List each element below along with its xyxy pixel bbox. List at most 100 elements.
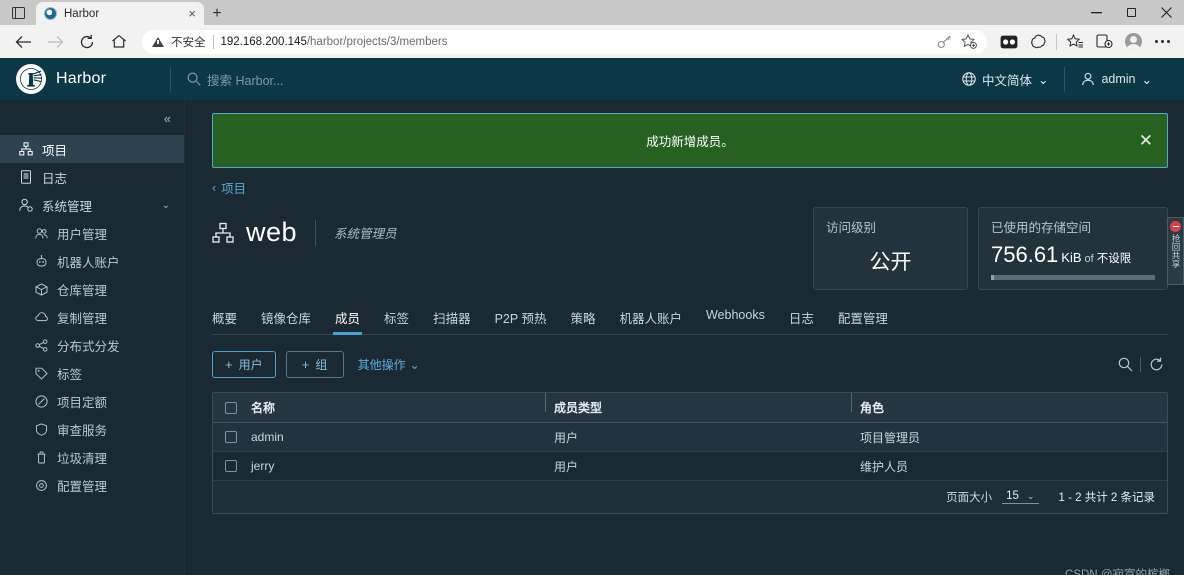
checkbox-icon [225,431,237,443]
page-size-select[interactable]: 15 ⌄ [1002,490,1039,504]
collections-icon[interactable] [1091,28,1118,56]
table-row[interactable]: admin 用户 项目管理员 [213,423,1167,452]
project-identity: web 系统管理员 [212,207,397,248]
browser-tab[interactable]: Harbor × [36,2,204,25]
pagination-range-info: 1 - 2 共计 2 条记录 [1058,492,1156,504]
browser-essentials-icon[interactable] [1024,28,1051,56]
tab-summary[interactable]: 概要 [212,304,249,334]
configuration-icon [34,478,49,493]
home-button[interactable] [104,28,134,56]
tab-members[interactable]: 成员 [323,304,372,335]
column-header-role[interactable]: 角色 [851,393,1167,416]
key-icon[interactable] [937,34,952,49]
tab-robot-accounts[interactable]: 机器人账户 [607,304,694,334]
page-title: web [246,217,298,247]
sidebar-item-labels[interactable]: 标签 [0,359,184,387]
tab-scanner[interactable]: 扫描器 [421,304,483,334]
url-path: /harbor/projects/3/members [306,35,448,48]
chevron-down-icon: ⌄ [409,357,420,372]
tab-p2p-preheat[interactable]: P2P 预热 [483,304,559,334]
user-menu[interactable]: admin ⌄ [1065,72,1168,87]
chevron-down-icon: ⌄ [1037,72,1049,87]
breadcrumb[interactable]: ‹ 项目 [212,178,1168,197]
harbor-brand[interactable]: Harbor [0,64,170,94]
tab-logs[interactable]: 日志 [777,304,826,334]
checkbox-icon [225,401,237,414]
window-controls [1079,0,1184,25]
sidebar-item-projects[interactable]: 项目 [0,135,184,163]
alert-close-icon[interactable]: ✕ [1139,131,1153,151]
language-label: 中文简体 [981,73,1032,88]
tab-search-button[interactable] [0,0,36,25]
refresh-icon[interactable] [1144,353,1168,377]
back-button[interactable] [8,28,38,56]
other-actions-label: 其他操作 [357,358,406,372]
sidebar-item-distribution[interactable]: 分布式分发 [0,331,184,359]
row-checkbox[interactable] [213,460,249,472]
tab-configuration[interactable]: 配置管理 [826,304,900,334]
sidebar-subitem-label: 配置管理 [57,479,108,494]
project-icon [18,142,33,157]
harbor-header: Harbor 搜索 Harbor... 中文简体 ⌄ admin ⌄ [0,58,1184,101]
alert-message: 成功新增成员。 [646,135,734,149]
sidebar-item-project-quotas[interactable]: 项目定额 [0,387,184,415]
favorite-add-icon[interactable] [961,34,977,49]
chevron-down-icon: ⌄ [1026,490,1035,501]
window-close-button[interactable] [1149,0,1184,25]
favorites-icon[interactable] [1062,28,1089,56]
select-all-checkbox[interactable] [213,401,249,414]
sidebar-item-replications[interactable]: 复制管理 [0,303,184,331]
forward-button[interactable] [40,28,70,56]
omnibox-actions [937,34,977,49]
sidebar-collapse-button[interactable]: « [0,101,184,135]
settings-more-icon[interactable] [1149,28,1176,56]
cell-name: admin [251,430,284,444]
window-minimize-button[interactable] [1079,0,1114,25]
sidebar-item-logs[interactable]: 日志 [0,163,184,191]
new-tab-button[interactable]: + [204,2,230,25]
sidebar-item-garbage-collection[interactable]: 垃圾清理 [0,443,184,471]
sidebar-item-label: 项目 [42,143,68,158]
plus-icon: + [301,357,310,372]
sidebar-item-users[interactable]: 用户管理 [0,219,184,247]
tab-webhooks[interactable]: Webhooks [694,304,777,334]
users-icon [34,226,49,241]
add-group-button[interactable]: + 组 [285,351,344,378]
harbor-lighthouse-logo-icon [16,64,46,94]
checkbox-icon [225,460,237,472]
window-maximize-button[interactable] [1114,0,1149,25]
add-user-button[interactable]: + 用户 [212,351,276,378]
column-header-member-type[interactable]: 成员类型 [545,393,860,416]
administration-icon [18,198,33,213]
sidebar-item-registries[interactable]: 仓库管理 [0,275,184,303]
sidebar-item-robot-accounts[interactable]: 机器人账户 [0,247,184,275]
floating-side-widget[interactable]: 抢回共享 [1167,217,1184,285]
profile-avatar[interactable] [1120,28,1147,56]
row-checkbox[interactable] [213,431,249,443]
tab-labels[interactable]: 标签 [372,304,421,334]
toolbar-right-icons [1113,353,1168,377]
other-actions-dropdown[interactable]: 其他操作 ⌄ [358,356,420,373]
harbor-search[interactable]: 搜索 Harbor... [171,70,946,89]
sidebar-subitem-label: 项目定额 [57,395,108,410]
trash-icon [34,450,49,465]
language-selector[interactable]: 中文简体 ⌄ [946,70,1065,89]
sidebar-item-interrogation-services[interactable]: 审查服务 [0,415,184,443]
add-user-label: 用户 [238,358,263,372]
storage-of-label: of [1084,253,1094,265]
column-header-name[interactable]: 名称 [249,399,554,416]
table-row[interactable]: jerry 用户 维护人员 [213,452,1167,481]
split-screen-icon[interactable] [995,28,1022,56]
tab-repositories[interactable]: 镜像仓库 [249,304,323,334]
search-icon[interactable] [1113,353,1137,377]
reload-button[interactable] [72,28,102,56]
search-icon [187,72,201,86]
sidebar-item-configuration[interactable]: 配置管理 [0,471,184,499]
address-bar[interactable]: 不安全 192.168.200.145/harbor/projects/3/me… [142,29,987,54]
sidebar-item-administration[interactable]: 系统管理 ⌄ [0,191,184,219]
not-secure-icon [152,36,164,47]
project-icon [212,222,234,244]
tab-policy[interactable]: 策略 [558,304,607,334]
tab-close-icon[interactable]: × [188,7,196,20]
cell-role: 维护人员 [860,459,909,474]
